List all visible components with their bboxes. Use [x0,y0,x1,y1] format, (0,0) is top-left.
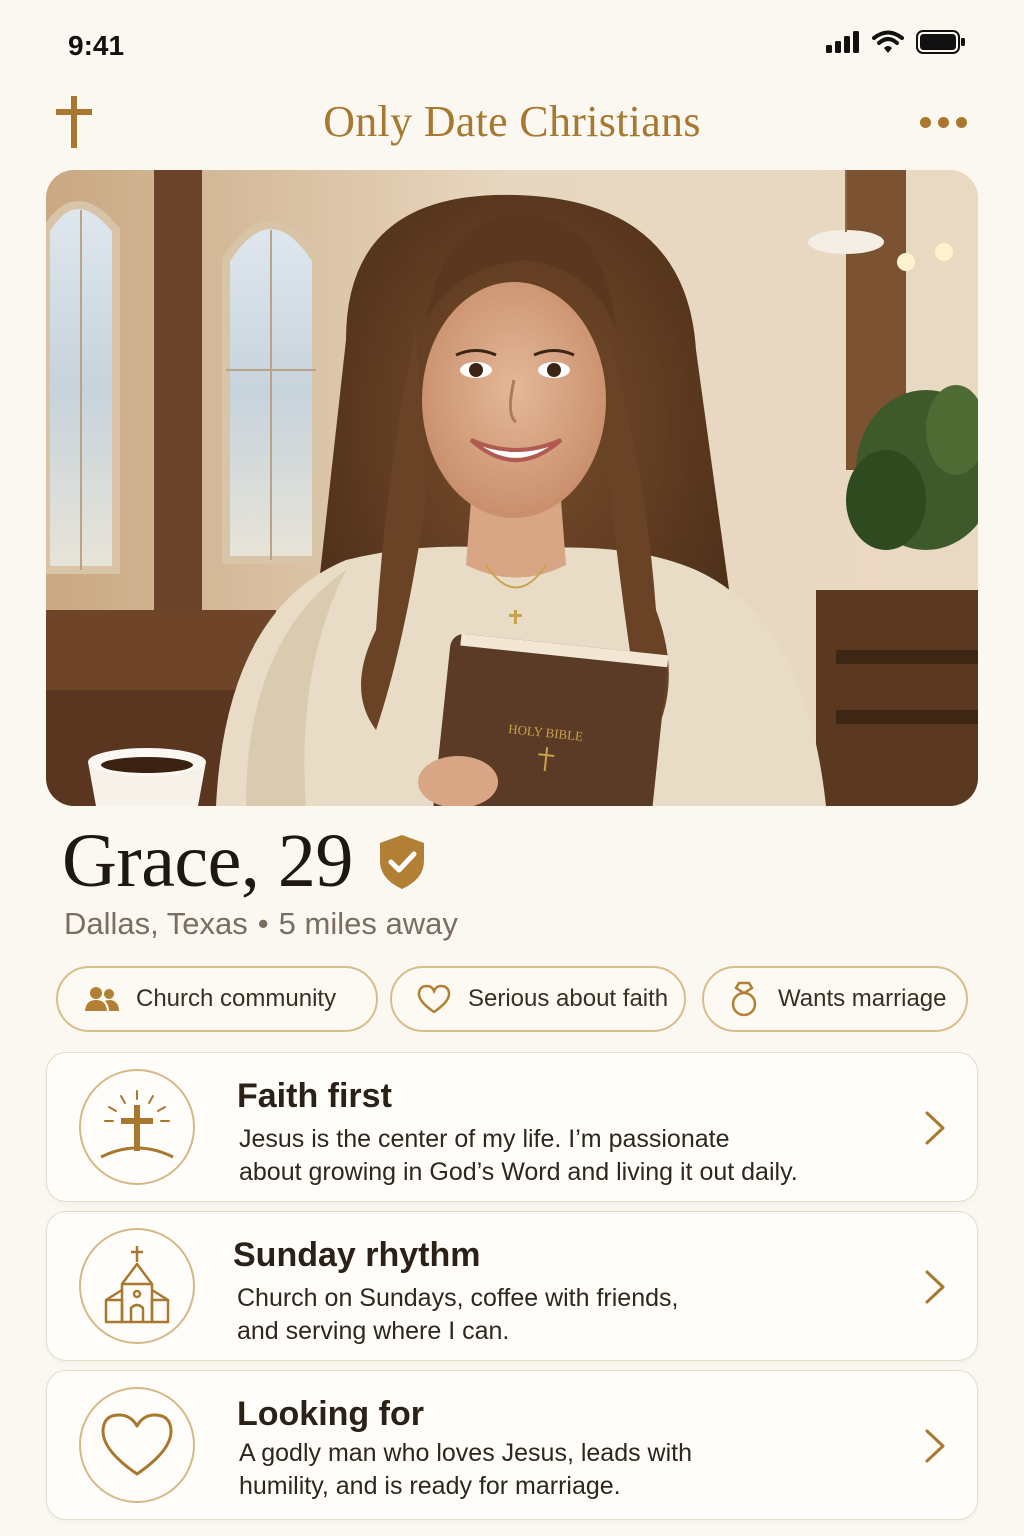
card-faith-first[interactable]: Faith first Jesus is the center of my li… [46,1052,978,1202]
card-description: A godly man who loves Jesus, leads with … [239,1437,879,1503]
chip-label: Church community [136,985,337,1012]
more-options-button[interactable] [920,112,970,132]
more-dot-icon [956,116,967,128]
card-description: Jesus is the center of my life. I’m pass… [239,1123,879,1189]
chevron-right-icon [925,1111,945,1145]
chevron-right-icon [925,1270,945,1304]
ring-icon [724,979,764,1019]
interest-chips: Church community Serious about faith Wan… [56,966,976,1032]
card-icon-circle [79,1069,195,1185]
chip-wants-marriage[interactable]: Wants marriage [702,966,968,1032]
profile-photo[interactable]: HOLY BIBLE [46,170,978,806]
card-looking-for[interactable]: Looking for A godly man who loves Jesus,… [46,1370,978,1520]
app-title: Only Date Christians [323,97,701,146]
chevron-right-icon [925,1429,945,1463]
heart-outline-icon [414,979,454,1019]
card-description-line: about growing in God’s Word and living i… [239,1158,798,1186]
card-description-line: and serving where I can. [237,1317,510,1345]
app-header: Only Date Christians [0,90,1024,160]
battery-icon [916,30,965,54]
chip-serious-about-faith[interactable]: Serious about faith [390,966,686,1032]
profile-name-row: Grace, 29 [62,818,427,905]
chip-label: Serious about faith [468,985,669,1012]
profile-location: Dallas, Texas • 5 miles away [64,906,458,942]
profile-photo-illustration: HOLY BIBLE [46,170,978,806]
card-description-line: humility, and is ready for marriage. [239,1472,621,1500]
chip-label: Wants marriage [778,985,947,1012]
location-distance: 5 miles away [278,906,458,941]
status-bar: 9:41 [0,0,1024,90]
more-dot-icon [938,116,949,128]
separator-dot: • [257,906,269,941]
card-icon-circle [79,1387,195,1503]
profile-name-age: Grace, 29 [62,819,353,903]
card-description-line: Jesus is the center of my life. I’m pass… [239,1125,730,1153]
card-description-line: A godly man who loves Jesus, leads with [239,1439,693,1467]
card-description: Church on Sundays, coffee with friends, … [237,1282,877,1348]
location-city: Dallas, Texas [64,906,248,941]
card-title: Sunday rhythm [233,1236,481,1274]
card-sunday-rhythm[interactable]: Sunday rhythm Church on Sundays, coffee … [46,1211,978,1361]
wifi-icon [872,30,904,53]
heart-icon [101,1413,173,1476]
signal-icon [826,31,859,53]
status-time: 9:41 [68,30,125,61]
church-icon [104,1246,170,1324]
chip-church-community[interactable]: Church community [56,966,378,1032]
cross-sunrise-icon [100,1090,174,1159]
card-title: Faith first [237,1077,392,1115]
card-title: Looking for [237,1395,424,1433]
card-icon-circle [79,1228,195,1344]
people-icon [82,979,122,1019]
verified-shield-icon [379,834,424,889]
more-dot-icon [920,116,931,128]
status-icons [826,30,966,54]
card-description-line: Church on Sundays, coffee with friends, [237,1284,679,1312]
